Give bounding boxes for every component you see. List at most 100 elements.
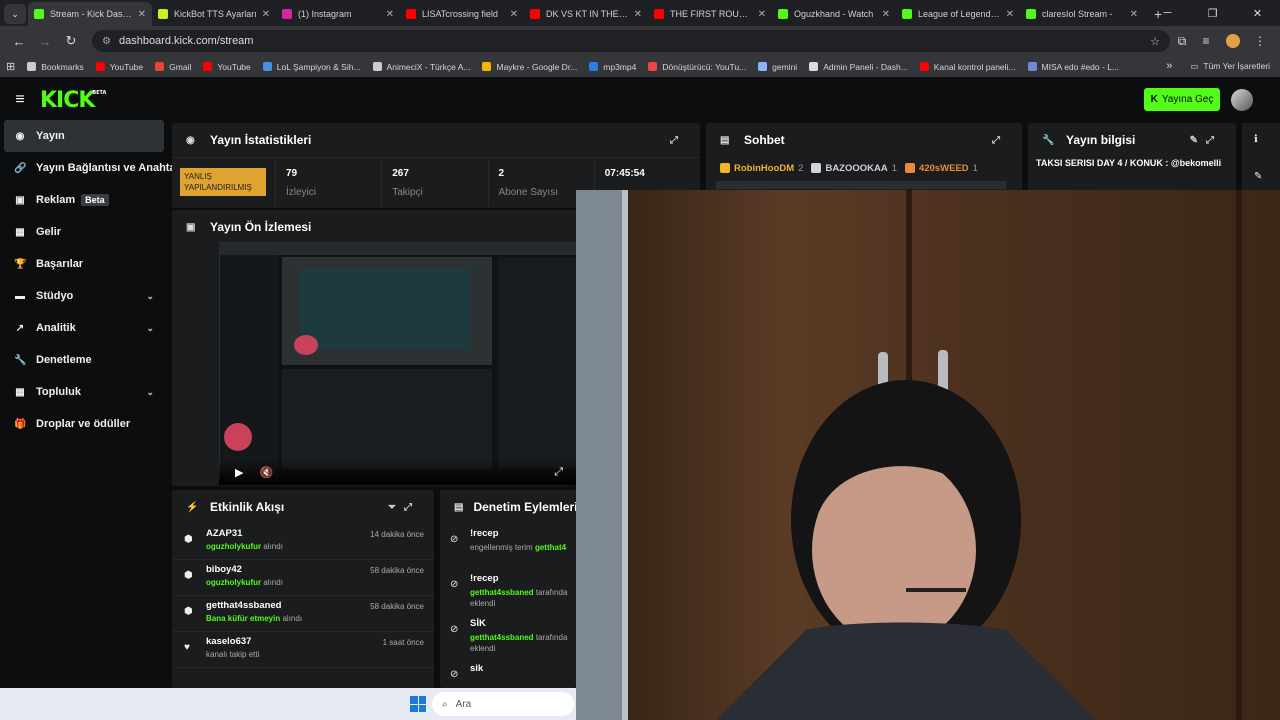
search-placeholder: Ara <box>455 698 472 710</box>
tab-favicon <box>902 9 912 19</box>
taskbar-search[interactable]: ⌕ Ara <box>432 692 574 716</box>
url-field[interactable]: ⚙ dashboard.kick.com/stream ☆ <box>92 30 1170 52</box>
browser-tab[interactable]: (1) Instagram ✕ <box>276 2 400 26</box>
activity-user: getthat4ssbaned <box>206 600 282 611</box>
gifter-badge[interactable]: 420sWEED 1 <box>905 163 978 174</box>
edit-expand-icons[interactable]: ✎⤢ <box>1190 135 1222 146</box>
info-icon[interactable]: ℹ <box>1254 134 1258 145</box>
bookmark-item[interactable]: Bookmarks <box>27 62 84 72</box>
expand-icon[interactable]: ⤢ <box>670 135 686 146</box>
reload-button[interactable]: ↻ <box>60 33 82 49</box>
tab-close-icon[interactable]: ✕ <box>138 9 146 20</box>
gifter-badge[interactable]: BAZOOOKAA 1 <box>811 163 897 174</box>
sidebar-item[interactable]: 🏆 Başarılar <box>4 248 164 280</box>
back-button[interactable]: ← <box>8 34 30 49</box>
user-avatar[interactable] <box>1231 89 1253 111</box>
profile-avatar[interactable] <box>1226 34 1240 48</box>
menu-hamburger-icon[interactable]: ≡ <box>0 91 40 109</box>
sidebar-item-label: Analitik <box>36 322 76 334</box>
tab-close-icon[interactable]: ✕ <box>386 9 394 20</box>
menu-icon[interactable]: ⋮ <box>1248 34 1272 48</box>
browser-tab[interactable]: claresIol Stream - ✕ <box>1020 2 1144 26</box>
tab-close-icon[interactable]: ✕ <box>634 9 642 20</box>
close-window-button[interactable]: ✕ <box>1235 0 1280 26</box>
browser-tab[interactable]: THE FIRST ROUND O ✕ <box>648 2 772 26</box>
bookmark-label: gemini <box>772 61 798 72</box>
edit-icon[interactable]: ✎ <box>1254 171 1262 182</box>
bookmark-item[interactable]: mp3mp4 <box>589 62 636 72</box>
bookmark-item[interactable]: Kanal kontrol paneli... <box>919 62 1016 72</box>
tab-close-icon[interactable]: ✕ <box>510 9 518 20</box>
chevron-down-icon[interactable]: ⌄ <box>146 291 154 302</box>
browser-tab[interactable]: Stream - Kick Dashbo ✕ <box>28 2 152 26</box>
activity-suffix: alındı <box>263 578 283 587</box>
activity-title: Etkinlik Akışı <box>210 500 285 514</box>
tab-close-icon[interactable]: ✕ <box>882 9 890 20</box>
sidebar-item[interactable]: ▬ Stüdyo ⌄ <box>4 280 164 312</box>
apps-icon[interactable]: ⊞ <box>6 60 15 73</box>
sidebar-item[interactable]: ◉ Yayın <box>4 120 164 152</box>
gifter-badge[interactable]: RobinHooDM 2 <box>720 163 803 174</box>
filter-expand-icons[interactable]: ⏷⤢ <box>388 502 420 513</box>
sidebar-item-label: Stüdyo <box>36 290 74 302</box>
expand-icon[interactable]: ⤢ <box>992 135 1008 146</box>
sidebar-item[interactable]: ▦ Gelir <box>4 216 164 248</box>
sidebar-item[interactable]: 🎁 Droplar ve ödüller <box>4 408 164 440</box>
bookmark-item[interactable]: Maykre - Google Dr... <box>482 62 577 72</box>
preview-video[interactable] <box>219 242 579 485</box>
kick-logo[interactable]: KICK BETA <box>40 88 106 113</box>
sidebar-item[interactable]: 🔧 Denetleme <box>4 344 164 376</box>
sidebar-item-label: Denetleme <box>36 354 92 366</box>
tab-close-icon[interactable]: ✕ <box>262 9 270 20</box>
bookmark-item[interactable]: YouTube <box>95 61 144 72</box>
maximize-button[interactable]: ❐ <box>1190 0 1235 26</box>
sidebar-item[interactable]: ▦ Topluluk ⌄ <box>4 376 164 408</box>
site-info-icon[interactable]: ⚙ <box>102 36 111 47</box>
browser-tab[interactable]: LISATcrossing field ✕ <box>400 2 524 26</box>
bookmark-item[interactable]: gemini <box>758 62 797 72</box>
bookmark-label: YouTube <box>109 61 144 72</box>
sidebar-item[interactable]: ↗ Analitik ⌄ <box>4 312 164 344</box>
sidebar-item[interactable]: ▣ Reklam Beta <box>4 184 164 216</box>
sidebar-item[interactable]: 🔗 Yayın Bağlantısı ve Anahtar <box>4 152 180 184</box>
bookmark-item[interactable]: AnimeciX - Türkçe A... <box>372 62 470 72</box>
more-bookmarks-icon[interactable]: » <box>1166 60 1172 72</box>
bookmark-item[interactable]: LoL Şampiyon & Sih... <box>262 61 361 72</box>
go-live-button[interactable]: K Yayına Geç <box>1144 88 1220 111</box>
tab-close-icon[interactable]: ✕ <box>758 9 766 20</box>
browser-tab[interactable]: KickBot TTS Ayarları ✕ <box>152 2 276 26</box>
chevron-down-icon[interactable]: ⌄ <box>146 323 154 334</box>
tab-close-icon[interactable]: ✕ <box>1006 9 1014 20</box>
activity-time: 14 dakika önce <box>370 530 424 539</box>
browser-tab[interactable]: League of Legends S ✕ <box>896 2 1020 26</box>
address-bar-row: ← → ↻ ⚙ dashboard.kick.com/stream ☆ ⧉ ≡ … <box>0 26 1280 56</box>
mod-action-line2: eklendi <box>470 599 496 608</box>
play-icon[interactable]: ▶ <box>235 466 243 479</box>
minimize-button[interactable]: ─ <box>1145 0 1190 26</box>
bookmark-item[interactable]: Admin Paneli - Dash... <box>809 62 908 72</box>
windows-start-icon[interactable] <box>410 696 426 712</box>
tab-close-icon[interactable]: ✕ <box>1130 9 1138 20</box>
tab-search-button[interactable]: ⌄ <box>4 4 26 24</box>
heart-icon: ♥ <box>184 642 190 653</box>
extensions-icon[interactable]: ⧉ <box>1170 34 1194 49</box>
media-icon[interactable]: ≡ <box>1194 34 1218 48</box>
chat-message-row <box>716 181 1006 189</box>
browser-tab[interactable]: DK VS KT IN THE FIR ✕ <box>524 2 648 26</box>
fullscreen-icon[interactable]: ⤢ <box>554 466 563 479</box>
bookmark-item[interactable]: Gmail <box>155 62 191 72</box>
chevron-down-icon[interactable]: ⌄ <box>146 387 154 398</box>
viewers-count: 79 <box>286 168 298 179</box>
mute-icon[interactable]: 🔇 <box>259 466 273 479</box>
bookmark-item[interactable]: Dönüştürücü: YouTu... <box>648 62 746 72</box>
bookmark-label: LoL Şampiyon & Sih... <box>276 61 361 72</box>
browser-tab[interactable]: Oguzkhand - Watch ✕ <box>772 2 896 26</box>
bookmark-item[interactable]: MISA edo #edo - L... <box>1027 62 1119 72</box>
bookmark-item[interactable]: YouTube <box>203 62 251 72</box>
beta-badge: Beta <box>81 194 109 206</box>
forward-button[interactable]: → <box>34 34 56 49</box>
bookmark-star-icon[interactable]: ☆ <box>1150 35 1160 48</box>
bookmark-favicon <box>27 62 37 71</box>
viewers-stat: 79 İzleyici <box>276 158 383 207</box>
all-bookmarks-link[interactable]: Tüm Yer İşaretleri <box>1203 61 1270 71</box>
